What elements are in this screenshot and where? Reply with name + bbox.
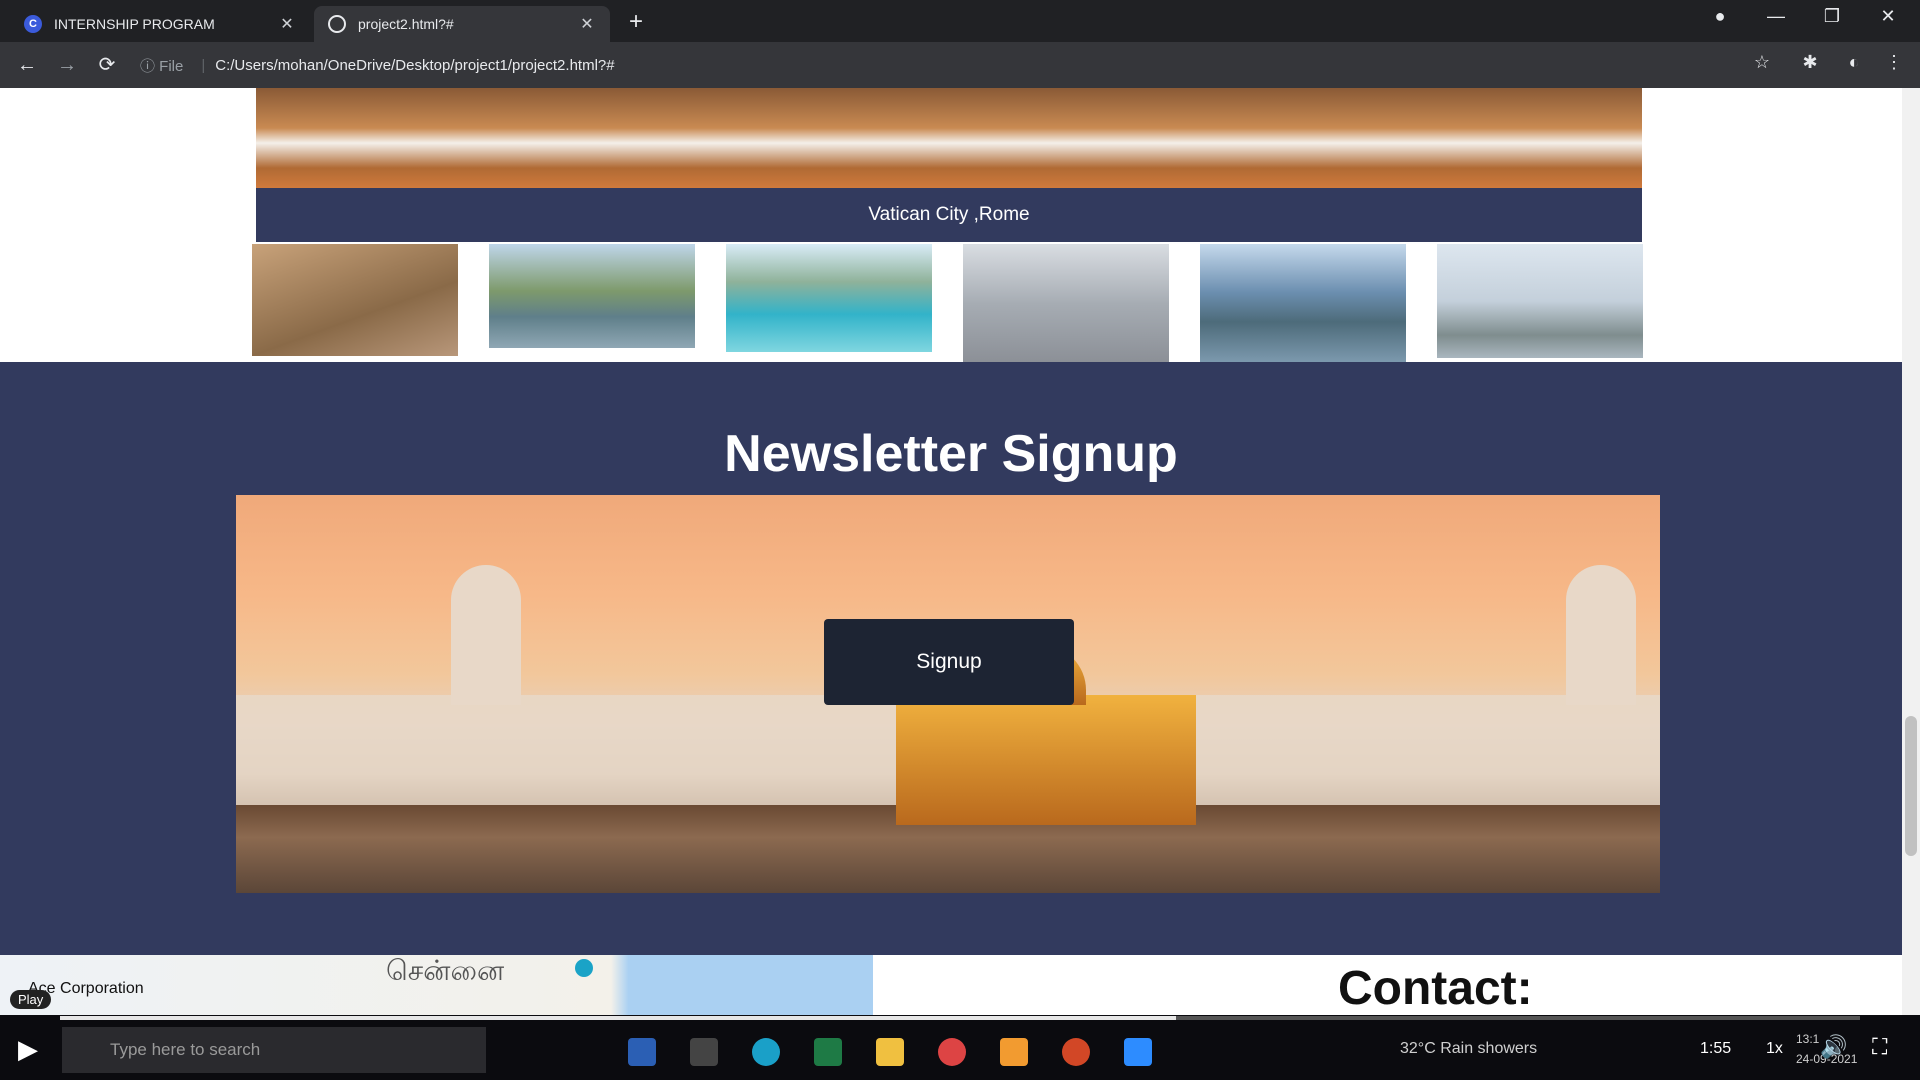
- store-icon[interactable]: [690, 1038, 718, 1066]
- progress-fill: [60, 1016, 1176, 1020]
- thumbnail-4[interactable]: [963, 244, 1169, 364]
- browser-toolbar: ← → ⟳ ⓘ File | C:/Users/mohan/OneDrive/D…: [0, 42, 1920, 88]
- play-badge: Play: [10, 990, 52, 1009]
- tab-internship[interactable]: C INTERNSHIP PROGRAM ✕: [10, 6, 310, 42]
- address-separator: |: [201, 56, 206, 74]
- sublime-icon[interactable]: [1000, 1038, 1028, 1066]
- account-icon[interactable]: ◐: [1840, 52, 1868, 73]
- signup-button[interactable]: Signup: [824, 619, 1074, 705]
- menu-icon[interactable]: ⋮: [1880, 52, 1908, 73]
- map-pin-icon: [575, 959, 593, 977]
- temple-right-wing: [1196, 695, 1660, 805]
- forward-button[interactable]: →: [54, 52, 80, 78]
- thumbnail-1[interactable]: [252, 244, 458, 356]
- powerpoint-icon[interactable]: [1062, 1038, 1090, 1066]
- profile-icon[interactable]: ●: [1700, 6, 1740, 27]
- folder-icon[interactable]: [876, 1038, 904, 1066]
- back-button[interactable]: ←: [14, 52, 40, 78]
- site-info-icon[interactable]: ⓘ File: [140, 55, 183, 76]
- tab-strip: C INTERNSHIP PROGRAM ✕ project2.html?# ✕…: [0, 0, 1920, 42]
- dome-left: [451, 565, 521, 705]
- tab-favicon: C: [24, 15, 42, 33]
- zoom-icon[interactable]: [1124, 1038, 1152, 1066]
- contact-heading: Contact:: [1338, 962, 1533, 1015]
- excel-icon[interactable]: [814, 1038, 842, 1066]
- search-text: Type here to search: [110, 1040, 261, 1059]
- tab-project2[interactable]: project2.html?# ✕: [314, 6, 610, 42]
- globe-icon: [328, 15, 346, 33]
- url-text[interactable]: C:/Users/mohan/OneDrive/Desktop/project1…: [215, 57, 614, 74]
- page-scrollbar[interactable]: [1902, 88, 1920, 1015]
- tab-label: project2.html?#: [358, 16, 454, 32]
- close-icon[interactable]: ✕: [578, 14, 596, 34]
- minimize-button[interactable]: —: [1756, 6, 1796, 27]
- taskbar-search[interactable]: Type here to search: [62, 1027, 486, 1073]
- chrome-icon[interactable]: [938, 1038, 966, 1066]
- temple-left-wing: [236, 695, 896, 805]
- hero-caption: Vatican City ,Rome: [256, 188, 1642, 242]
- edge-icon[interactable]: [752, 1038, 780, 1066]
- playback-speed[interactable]: 1x: [1766, 1040, 1783, 1058]
- scrollbar-thumb[interactable]: [1905, 716, 1917, 856]
- thumbnail-6[interactable]: [1437, 244, 1643, 358]
- address-bar[interactable]: ⓘ File | C:/Users/mohan/OneDrive/Desktop…: [140, 50, 1760, 80]
- restore-button[interactable]: ❐: [1812, 6, 1852, 27]
- web-page: Vatican City ,Rome Newsletter Signup Sig…: [0, 88, 1902, 1015]
- new-tab-button[interactable]: +: [622, 8, 650, 36]
- tab-label: INTERNSHIP PROGRAM: [54, 16, 215, 32]
- thumbnail-2[interactable]: [489, 244, 695, 348]
- golden-temple: [896, 695, 1196, 825]
- reload-button[interactable]: ⟳: [94, 52, 120, 78]
- word-icon[interactable]: [628, 1038, 656, 1066]
- fullscreen-icon[interactable]: ⛶: [1872, 1034, 1887, 1060]
- thumbnail-5[interactable]: [1200, 244, 1406, 364]
- weather-text[interactable]: 32°C Rain showers: [1400, 1040, 1537, 1058]
- volume-icon[interactable]: 🔊: [1820, 1034, 1847, 1060]
- close-window-button[interactable]: ✕: [1868, 6, 1908, 27]
- bookmark-star-icon[interactable]: ☆: [1748, 52, 1776, 73]
- newsletter-title: Newsletter Signup: [724, 425, 1178, 483]
- play-icon[interactable]: ▶: [18, 1034, 48, 1064]
- hero-image-vatican: [256, 88, 1642, 188]
- video-progress-bar[interactable]: [60, 1016, 1860, 1020]
- dome-right: [1566, 565, 1636, 705]
- thumbnail-3[interactable]: [726, 244, 932, 352]
- close-icon[interactable]: ✕: [278, 14, 296, 34]
- elapsed-time: 1:55: [1700, 1040, 1732, 1057]
- footer-section: சென்னை Contact:: [0, 955, 1902, 1015]
- extensions-icon[interactable]: ✱: [1796, 52, 1824, 73]
- map-city-label: சென்னை: [386, 955, 505, 986]
- clock-time: 13:1: [1796, 1032, 1820, 1046]
